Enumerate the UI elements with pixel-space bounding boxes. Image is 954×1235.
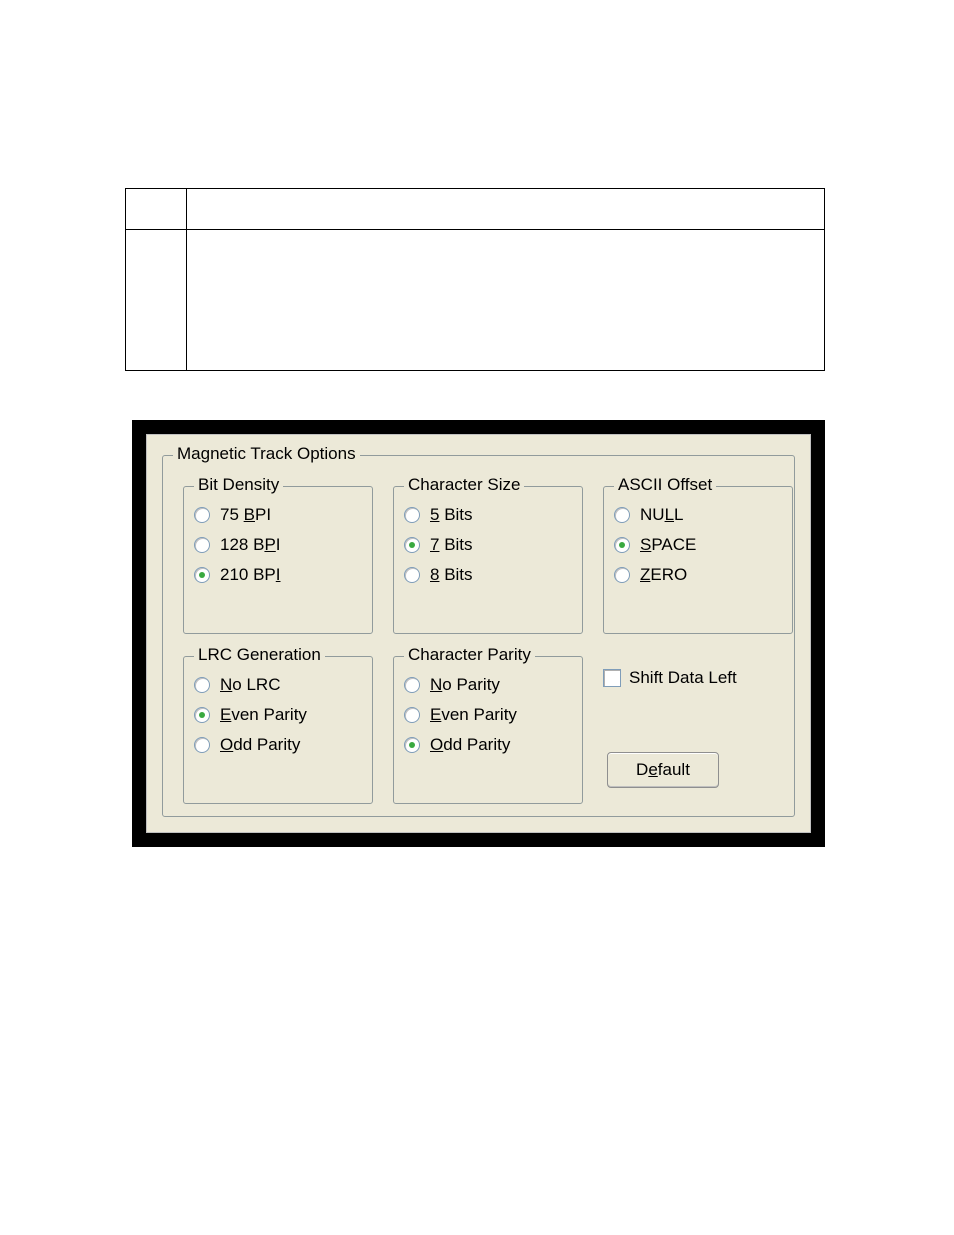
radio-label: Even Parity: [220, 705, 307, 725]
radio-icon: [614, 567, 630, 583]
default-button-post: fault: [658, 760, 690, 779]
radio-label: Even Parity: [430, 705, 517, 725]
radio-option[interactable]: 128 BPI: [194, 535, 362, 555]
radio-label: 7 Bits: [430, 535, 473, 555]
radio-option[interactable]: 7 Bits: [404, 535, 572, 555]
empty-table: [125, 188, 825, 371]
radio-option[interactable]: 5 Bits: [404, 505, 572, 525]
radio-option[interactable]: 210 BPI: [194, 565, 362, 585]
radio-label: Odd Parity: [220, 735, 300, 755]
radio-label: ZERO: [640, 565, 687, 585]
dialog-frame: Magnetic Track Options Bit Density 75 BP…: [132, 420, 825, 847]
radio-option[interactable]: SPACE: [614, 535, 782, 555]
radio-label: 128 BPI: [220, 535, 281, 555]
radio-icon: [614, 507, 630, 523]
shift-data-left-label: Shift Data Left: [629, 668, 737, 688]
default-button-pre: D: [636, 760, 648, 779]
radio-icon: [194, 567, 210, 583]
lrc-generation-legend: LRC Generation: [194, 645, 325, 665]
radio-label: 75 BPI: [220, 505, 271, 525]
character-size-group: Character Size 5 Bits7 Bits8 Bits: [393, 486, 583, 634]
radio-label: Odd Parity: [430, 735, 510, 755]
dialog-body: Magnetic Track Options Bit Density 75 BP…: [146, 434, 811, 833]
ascii-offset-group: ASCII Offset NULLSPACEZERO: [603, 486, 793, 634]
checkbox-icon: [603, 669, 621, 687]
character-size-legend: Character Size: [404, 475, 524, 495]
radio-icon: [404, 567, 420, 583]
bit-density-legend: Bit Density: [194, 475, 283, 495]
radio-icon: [404, 677, 420, 693]
radio-label: NULL: [640, 505, 684, 525]
magnetic-track-options-group: Magnetic Track Options Bit Density 75 BP…: [162, 455, 795, 817]
magnetic-track-options-legend: Magnetic Track Options: [173, 444, 360, 464]
bit-density-options: 75 BPI 128 BPI 210 BPI: [184, 487, 372, 585]
radio-option[interactable]: ZERO: [614, 565, 782, 585]
radio-icon: [404, 707, 420, 723]
radio-option[interactable]: Odd Parity: [194, 735, 362, 755]
radio-option[interactable]: No LRC: [194, 675, 362, 695]
radio-icon: [194, 507, 210, 523]
ascii-offset-legend: ASCII Offset: [614, 475, 716, 495]
radio-label: 8 Bits: [430, 565, 473, 585]
radio-option[interactable]: Odd Parity: [404, 735, 572, 755]
radio-option[interactable]: Even Parity: [404, 705, 572, 725]
bit-density-group: Bit Density 75 BPI128 BPI210 BPI: [183, 486, 373, 634]
radio-label: 5 Bits: [430, 505, 473, 525]
radio-icon: [404, 507, 420, 523]
ascii-offset-options: NULL SPACE ZERO: [604, 487, 792, 585]
radio-icon: [194, 707, 210, 723]
radio-label: SPACE: [640, 535, 696, 555]
character-parity-group: Character Parity No ParityEven ParityOdd…: [393, 656, 583, 804]
character-size-options: 5 Bits 7 Bits 8 Bits: [394, 487, 582, 585]
radio-icon: [194, 677, 210, 693]
radio-icon: [404, 537, 420, 553]
character-parity-legend: Character Parity: [404, 645, 535, 665]
radio-label: No LRC: [220, 675, 280, 695]
character-parity-options: No Parity Even Parity Odd Parity: [394, 657, 582, 755]
default-button-ul: e: [648, 760, 657, 779]
radio-option[interactable]: 75 BPI: [194, 505, 362, 525]
shift-data-left-checkbox[interactable]: Shift Data Left: [603, 668, 737, 688]
radio-icon: [194, 737, 210, 753]
lrc-generation-group: LRC Generation No LRCEven ParityOdd Pari…: [183, 656, 373, 804]
radio-label: 210 BPI: [220, 565, 281, 585]
radio-option[interactable]: Even Parity: [194, 705, 362, 725]
radio-option[interactable]: 8 Bits: [404, 565, 572, 585]
radio-icon: [404, 737, 420, 753]
radio-icon: [194, 537, 210, 553]
radio-option[interactable]: No Parity: [404, 675, 572, 695]
radio-label: No Parity: [430, 675, 500, 695]
radio-icon: [614, 537, 630, 553]
radio-option[interactable]: NULL: [614, 505, 782, 525]
default-button[interactable]: Default: [607, 752, 719, 788]
lrc-generation-options: No LRC Even Parity Odd Parity: [184, 657, 372, 755]
